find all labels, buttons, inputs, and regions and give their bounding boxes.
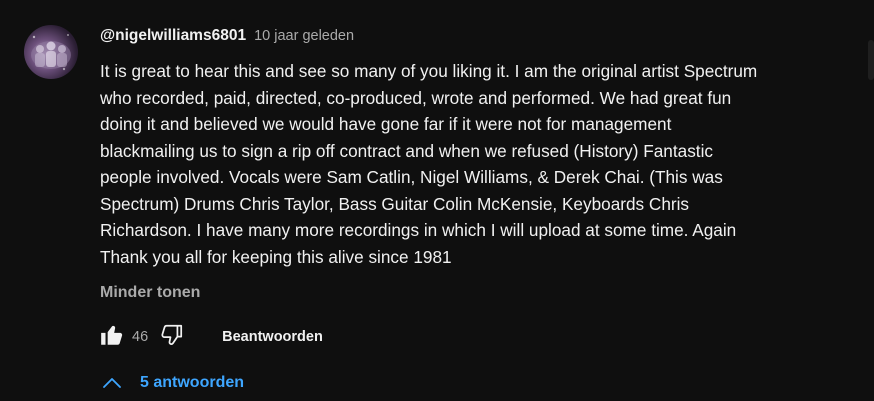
comment-text: It is great to hear this and see so many… [100,61,758,267]
thumbs-up-icon [99,322,125,353]
dislike-button[interactable] [156,321,188,353]
chevron-up-icon [96,367,128,399]
comment-thread: @nigelwilliams6801 10 jaar geleden It is… [0,0,874,401]
like-count: 46 [132,329,149,345]
author-name[interactable]: @nigelwilliams6801 [100,27,246,45]
scrollbar[interactable] [868,40,874,80]
show-less-button[interactable]: Minder tonen [100,284,200,302]
comment-header: @nigelwilliams6801 10 jaar geleden [100,27,354,49]
thumbs-down-icon [159,322,185,353]
comment-timestamp[interactable]: 10 jaar geleden [254,28,354,44]
avatar-image [31,34,71,71]
avatar[interactable] [24,25,78,79]
like-button[interactable] [96,321,128,353]
comment-actions: 46 Beantwoorden [96,320,323,354]
reply-button[interactable]: Beantwoorden [222,329,323,345]
replies-toggle-button[interactable]: 5 antwoorden [96,366,244,400]
replies-count-label: 5 antwoorden [140,374,245,391]
